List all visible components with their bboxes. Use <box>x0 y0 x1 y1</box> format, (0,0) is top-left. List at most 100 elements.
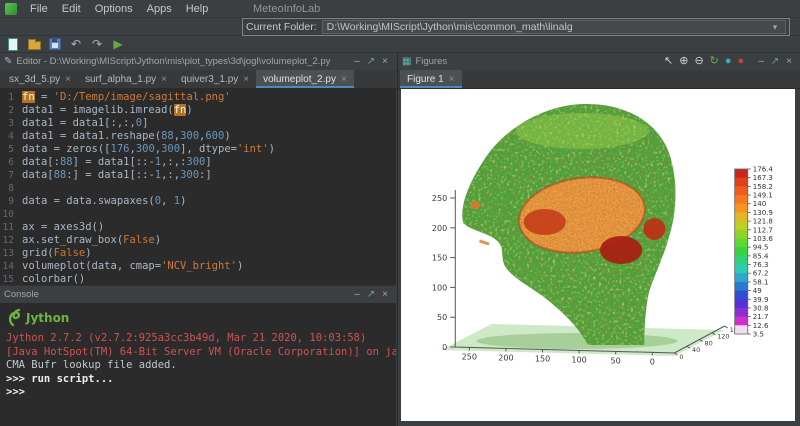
svg-text:39.9: 39.9 <box>753 295 769 304</box>
svg-text:120: 120 <box>717 333 729 341</box>
svg-text:100: 100 <box>571 355 586 364</box>
menu-help[interactable]: Help <box>179 3 216 15</box>
menu-apps[interactable]: Apps <box>140 3 179 15</box>
editor-tab-surf_alpha_1.py[interactable]: surf_alpha_1.py× <box>78 70 174 88</box>
code-line: 9data = data.swapaxes(0, 1) <box>0 195 396 208</box>
svg-text:0: 0 <box>650 357 655 366</box>
code-line: 8 <box>0 182 396 195</box>
volume-plot: 250200150100500 250200150100500 04080120… <box>401 89 795 421</box>
current-folder-label: Current Folder: <box>246 21 317 33</box>
redo-icon[interactable]: ↷ <box>89 37 105 52</box>
main-toolbar: ↶ ↷ ▶ <box>0 36 800 53</box>
svg-text:100: 100 <box>432 283 447 292</box>
full-extent-tool-icon[interactable]: ● <box>725 56 732 67</box>
figures-panel-buttons: –↗ × <box>758 57 792 67</box>
code-area[interactable]: 1fn = 'D:/Temp/image/sagittal.png'2data1… <box>0 89 396 285</box>
float-button[interactable]: ↗ <box>367 57 375 67</box>
svg-text:0: 0 <box>679 353 683 361</box>
cerebellum-region <box>600 236 642 264</box>
line-number: 5 <box>0 143 22 156</box>
left-panel: ✎ Editor - D:\Working\MIScript\Jython\mi… <box>0 53 396 426</box>
save-icon[interactable] <box>47 37 63 52</box>
float-button[interactable]: ↗ <box>771 57 779 67</box>
figures-tabbar: Figure 1 × <box>398 70 800 89</box>
figure-tab[interactable]: Figure 1 × <box>400 70 462 88</box>
console-lines: Jython 2.7.2 (v2.7.2:925a3cc3b49d, Mar 2… <box>6 332 390 400</box>
tab-close-icon[interactable]: × <box>243 74 249 85</box>
svg-text:0: 0 <box>442 343 447 352</box>
minimize-button[interactable]: – <box>354 57 360 67</box>
zoom-out-tool-icon[interactable]: ⊖ <box>694 56 703 67</box>
editor-tab-quiver3_1.py[interactable]: quiver3_1.py × <box>174 70 256 88</box>
console-line: Jython 2.7.2 (v2.7.2:925a3cc3b49d, Mar 2… <box>6 332 390 346</box>
menubar-items: FileEditOptionsAppsHelp <box>23 3 215 15</box>
svg-text:103.6: 103.6 <box>753 234 774 243</box>
editor-tab-label: quiver3_1.py <box>181 74 238 85</box>
line-number: 13 <box>0 247 22 260</box>
editor-panel: ✎ Editor - D:\Working\MIScript\Jython\mi… <box>0 53 396 285</box>
code-line: 6data[:88] = data1[::-1,:,:300] <box>0 156 396 169</box>
svg-text:50: 50 <box>437 313 447 322</box>
svg-text:50: 50 <box>611 356 621 365</box>
menu-options[interactable]: Options <box>88 3 140 15</box>
code-line: 14volumeplot(data, cmap='NCV_bright') <box>0 260 396 273</box>
figures-icon: ▦ <box>402 56 411 67</box>
editor-icon: ✎ <box>4 56 12 67</box>
head-volume <box>462 104 677 349</box>
current-folder-combobox[interactable]: D:\Working\MIScript\Jython\mis\common_ma… <box>322 20 786 34</box>
minimize-button[interactable]: – <box>758 57 764 67</box>
select-tool-icon[interactable]: ↖ <box>664 56 673 67</box>
line-number: 9 <box>0 195 22 208</box>
jython-logo-text: Jython <box>25 311 69 325</box>
current-folder-path: D:\Working\MIScript\Jython\mis\common_ma… <box>327 21 769 33</box>
svg-text:76.3: 76.3 <box>753 260 769 269</box>
figure-canvas[interactable]: 250200150100500 250200150100500 04080120… <box>401 89 795 421</box>
editor-tab-label: sx_3d_5.py <box>9 74 60 85</box>
tab-close-icon[interactable]: × <box>449 74 455 85</box>
figure-tab-label: Figure 1 <box>407 74 444 85</box>
jython-logo: Jython <box>6 306 78 330</box>
tab-close-icon[interactable]: × <box>65 74 71 85</box>
menu-file[interactable]: File <box>23 3 55 15</box>
code-line: 15colorbar() <box>0 273 396 285</box>
open-file-icon[interactable] <box>26 37 42 52</box>
line-number: 14 <box>0 260 22 273</box>
zoom-in-tool-icon[interactable]: ⊕ <box>679 56 688 67</box>
tab-close-icon[interactable]: × <box>341 74 347 85</box>
rotate-tool-icon[interactable]: ↻ <box>710 56 719 67</box>
undo-icon[interactable]: ↶ <box>68 37 84 52</box>
editor-panel-buttons: –↗ × <box>354 57 388 67</box>
svg-text:94.5: 94.5 <box>753 243 769 252</box>
run-script-icon[interactable]: ▶ <box>110 37 126 52</box>
svg-text:121.8: 121.8 <box>753 217 773 226</box>
editor-tab-volumeplot_2.py[interactable]: volumeplot_2.py× <box>256 70 354 88</box>
svg-text:21.7: 21.7 <box>753 312 769 321</box>
code-line: 11ax = axes3d() <box>0 221 396 234</box>
close-button[interactable]: × <box>382 57 388 67</box>
figures-title: Figures <box>415 56 664 67</box>
code-line: 7data[88:] = data1[::-1,:,300:] <box>0 169 396 182</box>
svg-text:67.2: 67.2 <box>753 269 769 278</box>
figures-titlebar: ▦ Figures ↖ ⊕ ⊖ ↻ ● ● –↗ × <box>398 53 800 70</box>
float-button[interactable]: ↗ <box>367 290 375 300</box>
tab-close-icon[interactable]: × <box>161 74 167 85</box>
line-number: 6 <box>0 156 22 169</box>
console-panel-buttons: –↗ × <box>354 290 388 300</box>
console-output[interactable]: Jython Jython 2.7.2 (v2.7.2:925a3cc3b49d… <box>0 303 396 426</box>
chevron-down-icon[interactable]: ▾ <box>769 22 781 33</box>
code-line: 5data = zeros([176,300,300], dtype='int'… <box>0 143 396 156</box>
minimize-button[interactable]: – <box>354 290 360 300</box>
code-line: 10 <box>0 208 396 221</box>
menu-edit[interactable]: Edit <box>55 3 88 15</box>
z-axis-ticks: 250200150100500 <box>432 194 455 352</box>
close-button[interactable]: × <box>786 57 792 67</box>
identifier-tool-icon[interactable]: ● <box>738 56 745 67</box>
svg-text:149.1: 149.1 <box>753 191 773 200</box>
console-title: Console <box>4 289 348 300</box>
window-title: MeteoInfoLab <box>253 3 320 15</box>
svg-text:176.4: 176.4 <box>753 165 774 174</box>
close-button[interactable]: × <box>382 290 388 300</box>
editor-tab-sx_3d_5.py[interactable]: sx_3d_5.py × <box>2 70 78 88</box>
new-script-icon[interactable] <box>5 37 21 52</box>
code-line: 3data1 = data1[:,:,0] <box>0 117 396 130</box>
